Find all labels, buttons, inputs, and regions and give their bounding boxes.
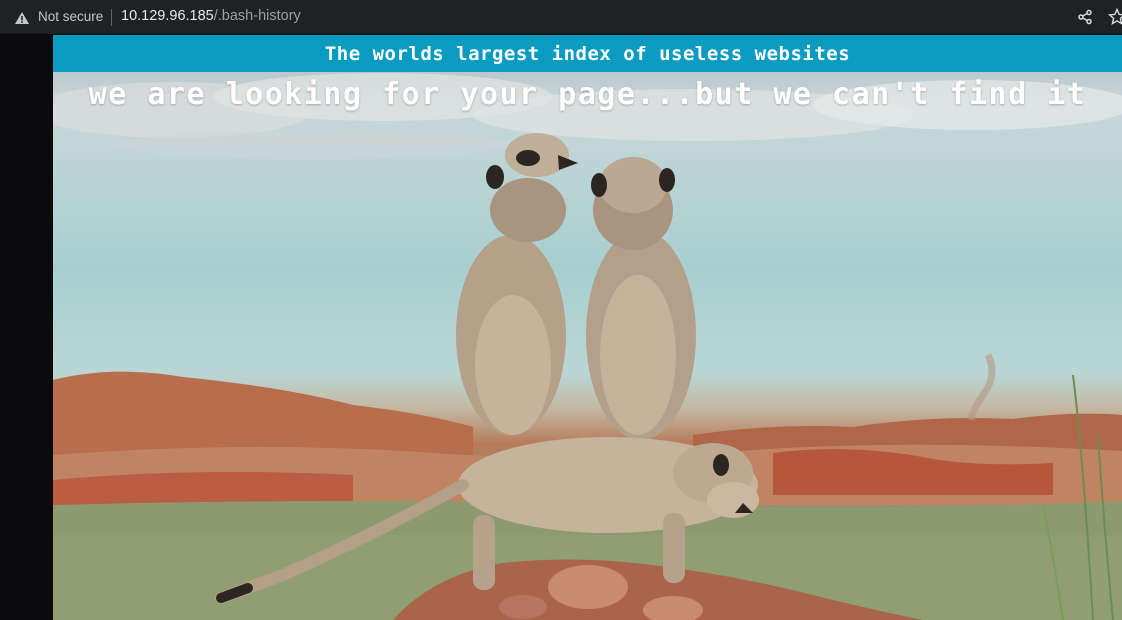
star-icon[interactable] <box>1107 7 1122 26</box>
page-margin <box>0 35 53 620</box>
address-bar[interactable]: 10.129.96.185/.bash-history <box>121 8 301 24</box>
browser-toolbar: Not secure 10.129.96.185/.bash-history <box>0 0 1122 34</box>
url-host: 10.129.96.185 <box>121 8 214 24</box>
address-divider <box>111 9 112 26</box>
share-icon[interactable] <box>1077 9 1093 25</box>
meerkat-scene-image <box>53 73 1122 620</box>
background-video: The worlds largest index of useless webs… <box>53 35 1122 620</box>
url-path: /.bash-history <box>213 8 301 24</box>
page-headline: we are looking for your page...but we ca… <box>88 77 1087 112</box>
warning-icon[interactable] <box>14 10 30 24</box>
security-status[interactable]: Not secure <box>38 9 103 24</box>
site-banner: The worlds largest index of useless webs… <box>53 35 1122 72</box>
